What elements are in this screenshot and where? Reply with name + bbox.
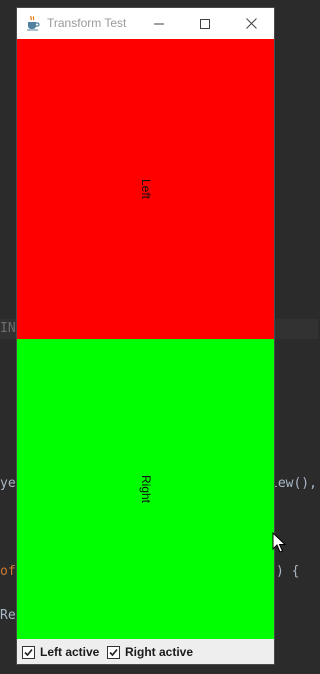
right-panel: Right — [17, 339, 274, 639]
right-active-label: Right active — [125, 645, 194, 659]
maximize-icon — [200, 14, 210, 33]
checkbox-checked-icon[interactable] — [22, 645, 35, 659]
controls-bar: Left active Right active — [17, 639, 274, 664]
left-panel-label: Left — [138, 178, 153, 200]
ide-code-fragment: ) { — [276, 564, 300, 579]
ide-code-fragment: IN — [0, 321, 16, 336]
title-bar[interactable]: Transform Test — [17, 8, 274, 39]
maximize-button[interactable] — [182, 8, 228, 39]
ide-code-fragment: of — [0, 564, 16, 579]
left-active-checkbox[interactable]: Left active — [22, 645, 99, 659]
app-window: Transform Test Left Right Left active Ri… — [17, 8, 274, 664]
left-active-label: Left active — [40, 645, 100, 659]
mouse-cursor-icon — [272, 531, 287, 554]
java-cup-icon — [25, 15, 41, 31]
right-active-checkbox[interactable]: Right active — [107, 645, 193, 659]
window-title: Transform Test — [47, 16, 127, 30]
ide-code-fragment: ye — [0, 476, 16, 491]
minimize-icon — [154, 14, 164, 33]
left-panel: Left — [17, 39, 274, 339]
right-panel-label: Right — [138, 474, 153, 504]
close-button[interactable] — [228, 8, 274, 39]
close-icon — [245, 14, 257, 33]
checkbox-checked-icon[interactable] — [107, 645, 120, 659]
minimize-button[interactable] — [136, 8, 182, 39]
ide-code-fragment: iew(), — [270, 476, 317, 491]
